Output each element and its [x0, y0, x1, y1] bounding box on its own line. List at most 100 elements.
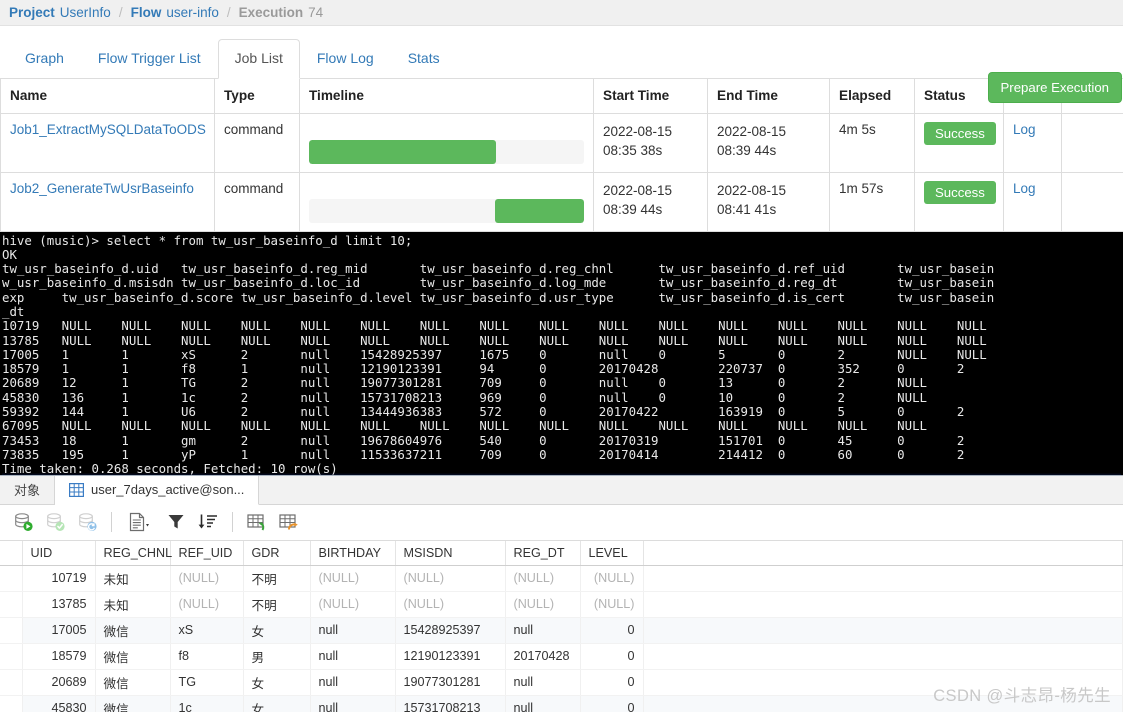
- export-grid-icon[interactable]: [274, 508, 304, 536]
- row-header-cell[interactable]: [0, 565, 23, 592]
- cell-uid[interactable]: 17005: [22, 617, 96, 644]
- db-tab-result[interactable]: user_7days_active@son...: [55, 475, 260, 505]
- cell-msisdn[interactable]: 12190123391: [395, 643, 506, 670]
- cell-uid[interactable]: 18579: [22, 643, 96, 670]
- cell-level[interactable]: (NULL): [580, 565, 644, 592]
- run-database-icon[interactable]: [8, 508, 38, 536]
- cell-birthday[interactable]: null: [310, 695, 396, 712]
- tab-flow-log[interactable]: Flow Log: [300, 39, 391, 79]
- data-grid-row[interactable]: 45830 微信 1c 女 null 15731708213 null 0: [0, 695, 1123, 712]
- job-col-end-time: End Time: [707, 79, 830, 114]
- cell-reg_chnl[interactable]: 微信: [95, 669, 171, 696]
- data-grid-col-msisdn[interactable]: MSISDN: [395, 540, 506, 566]
- cell-level[interactable]: (NULL): [580, 591, 644, 618]
- commit-database-icon[interactable]: [40, 508, 70, 536]
- cell-reg_dt[interactable]: null: [505, 695, 581, 712]
- cell-gdr[interactable]: 女: [243, 617, 311, 644]
- cell-reg_dt[interactable]: (NULL): [505, 565, 581, 592]
- rollback-database-icon[interactable]: [72, 508, 102, 536]
- tab-stats[interactable]: Stats: [391, 39, 457, 79]
- cell-ref_uid[interactable]: xS: [170, 617, 244, 644]
- cell-reg_chnl[interactable]: 微信: [95, 643, 171, 670]
- job-name-link[interactable]: Job1_ExtractMySQLDataToODS: [10, 122, 206, 137]
- cell-ref_uid[interactable]: (NULL): [170, 591, 244, 618]
- row-header-cell[interactable]: [0, 643, 23, 670]
- data-grid-col-ref_uid[interactable]: REF_UID: [170, 540, 244, 566]
- sort-icon[interactable]: [193, 508, 223, 536]
- job-name-link[interactable]: Job2_GenerateTwUsrBaseinfo: [10, 181, 194, 196]
- cell-msisdn[interactable]: (NULL): [395, 565, 506, 592]
- cell-level[interactable]: 0: [580, 617, 644, 644]
- data-grid-row[interactable]: 17005 微信 xS 女 null 15428925397 null 0: [0, 617, 1123, 644]
- cell-birthday[interactable]: null: [310, 669, 396, 696]
- status-badge[interactable]: Success: [924, 180, 996, 204]
- timeline-bar[interactable]: [494, 198, 584, 223]
- cell-msisdn[interactable]: (NULL): [395, 591, 506, 618]
- breadcrumb-flow[interactable]: Flow user-info: [131, 5, 219, 20]
- cell-msisdn[interactable]: 19077301281: [395, 669, 506, 696]
- breadcrumb-project[interactable]: Project UserInfo: [9, 5, 111, 20]
- data-grid-col-gdr[interactable]: GDR: [243, 540, 311, 566]
- cell-reg_dt[interactable]: (NULL): [505, 591, 581, 618]
- cell-birthday[interactable]: null: [310, 643, 396, 670]
- timeline-bar[interactable]: [309, 139, 496, 164]
- cell-uid[interactable]: 45830: [22, 695, 96, 712]
- cell-reg_dt[interactable]: null: [505, 617, 581, 644]
- cell-uid[interactable]: 20689: [22, 669, 96, 696]
- data-grid-row[interactable]: 10719 未知 (NULL) 不明 (NULL) (NULL) (NULL) (NULL): [0, 565, 1123, 592]
- db-tab-objects[interactable]: 对象: [0, 475, 56, 504]
- cell-ref_uid[interactable]: (NULL): [170, 565, 244, 592]
- cell-reg_chnl[interactable]: 未知: [95, 565, 171, 592]
- cell-gdr[interactable]: 不明: [243, 565, 311, 592]
- hive-terminal-output[interactable]: hive (music)> select * from tw_usr_basei…: [0, 231, 1123, 475]
- cell-level[interactable]: 0: [580, 669, 644, 696]
- row-header-cell[interactable]: [0, 669, 23, 696]
- data-grid-row[interactable]: 20689 微信 TG 女 null 19077301281 null 0: [0, 669, 1123, 696]
- data-grid-row[interactable]: 13785 未知 (NULL) 不明 (NULL) (NULL) (NULL) (NULL): [0, 591, 1123, 618]
- cell-uid[interactable]: 10719: [22, 565, 96, 592]
- data-grid-col-reg_dt[interactable]: REG_DT: [505, 540, 581, 566]
- data-grid-col-level[interactable]: LEVEL: [580, 540, 644, 566]
- row-header-cell[interactable]: [0, 617, 23, 644]
- terminal-line: 20689 12 1 TG 2 null 19077301281 709 0 n…: [2, 375, 928, 391]
- data-grid-col-birthday[interactable]: BIRTHDAY: [310, 540, 396, 566]
- cell-msisdn[interactable]: 15731708213: [395, 695, 506, 712]
- cell-ref_uid[interactable]: f8: [170, 643, 244, 670]
- cell-uid[interactable]: 13785: [22, 591, 96, 618]
- data-grid-col-uid[interactable]: UID: [22, 540, 96, 566]
- tab-graph[interactable]: Graph: [8, 39, 81, 79]
- job-log-link[interactable]: Log: [1013, 181, 1036, 196]
- text-view-icon[interactable]: [121, 508, 159, 536]
- cell-ref_uid[interactable]: 1c: [170, 695, 244, 712]
- row-header-cell[interactable]: [0, 591, 23, 618]
- cell-reg_chnl[interactable]: 微信: [95, 617, 171, 644]
- cell-birthday[interactable]: (NULL): [310, 591, 396, 618]
- job-end-time-cell: 2022-08-15 08:39 44s: [707, 112, 830, 173]
- cell-gdr[interactable]: 男: [243, 643, 311, 670]
- tab-flow-trigger-list[interactable]: Flow Trigger List: [81, 39, 218, 79]
- prepare-execution-button[interactable]: Prepare Execution: [987, 72, 1122, 103]
- cell-gdr[interactable]: 不明: [243, 591, 311, 618]
- import-grid-icon[interactable]: [242, 508, 272, 536]
- data-grid-col-reg_chnl[interactable]: REG_CHNL: [95, 540, 172, 566]
- cell-reg_dt[interactable]: null: [505, 669, 581, 696]
- cell-level[interactable]: 0: [580, 695, 644, 712]
- cell-reg_chnl[interactable]: 未知: [95, 591, 171, 618]
- cell-birthday[interactable]: null: [310, 617, 396, 644]
- job-log-link[interactable]: Log: [1013, 122, 1036, 137]
- cell-reg_dt[interactable]: 20170428: [505, 643, 581, 670]
- tab-job-list[interactable]: Job List: [217, 39, 300, 79]
- cell-gdr[interactable]: 女: [243, 695, 311, 712]
- data-grid-col-blank[interactable]: [643, 540, 1123, 566]
- data-grid-row[interactable]: 18579 微信 f8 男 null 12190123391 20170428 0: [0, 643, 1123, 670]
- data-grid-scroll-area[interactable]: UID REG_CHNL REF_UID GDR BIRTHDAY MSISDN REG_D…: [0, 540, 1123, 712]
- filter-icon[interactable]: [161, 508, 191, 536]
- cell-level[interactable]: 0: [580, 643, 644, 670]
- cell-msisdn[interactable]: 15428925397: [395, 617, 506, 644]
- cell-reg_chnl[interactable]: 微信: [95, 695, 171, 712]
- cell-ref_uid[interactable]: TG: [170, 669, 244, 696]
- cell-gdr[interactable]: 女: [243, 669, 311, 696]
- row-header-cell[interactable]: [0, 695, 23, 712]
- cell-birthday[interactable]: (NULL): [310, 565, 396, 592]
- status-badge[interactable]: Success: [924, 121, 996, 145]
